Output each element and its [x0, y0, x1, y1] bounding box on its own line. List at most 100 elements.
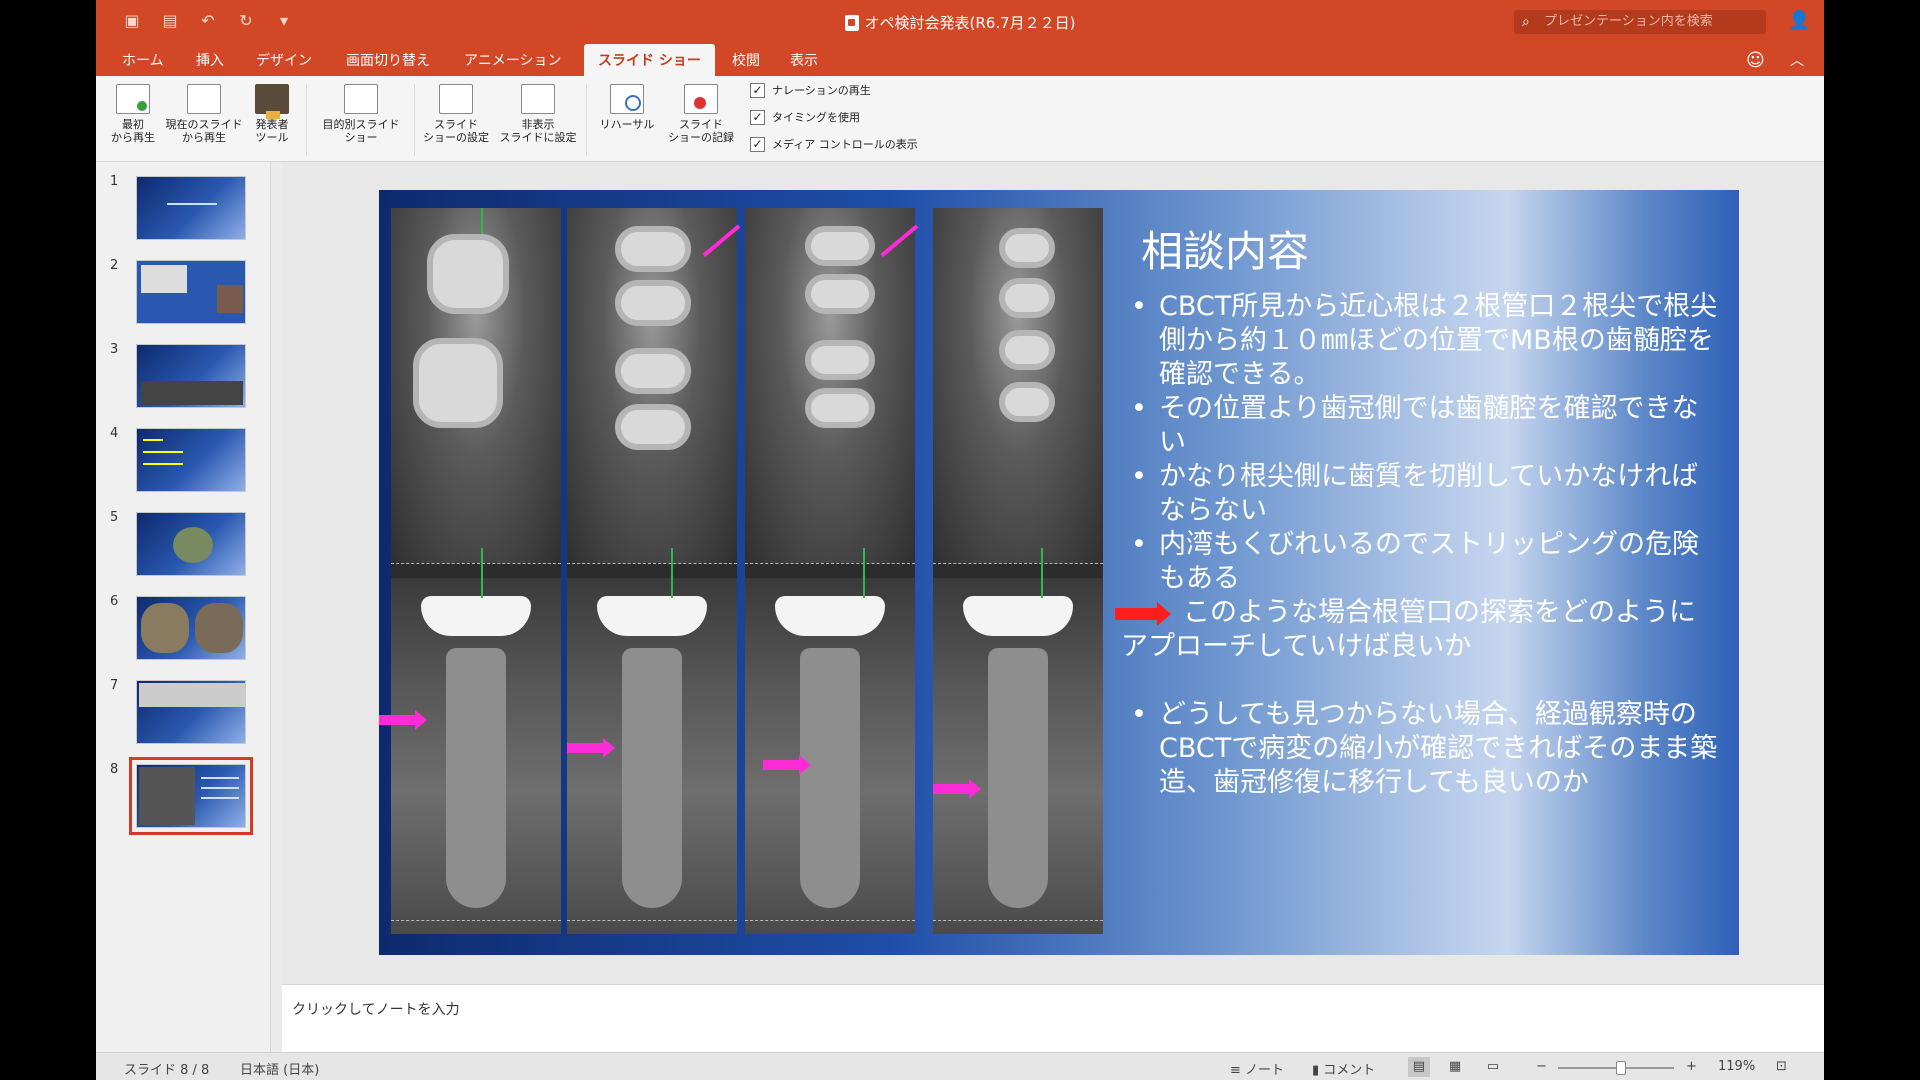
crown-restoration — [421, 596, 531, 636]
comments-button-label: コメント — [1323, 1063, 1376, 1078]
slide-thumbnail-8[interactable] — [129, 757, 253, 835]
current-slide[interactable]: 相談内容 CBCT所見から近心根は２根管口２根尖で根尖側から約１０㎜ほどの位置で… — [379, 190, 1739, 955]
record-icon — [684, 84, 718, 114]
notes-icon: ≡ — [1230, 1063, 1246, 1078]
narration-checkbox[interactable]: ✓ ナレーションの再生 — [750, 82, 871, 98]
hide-slide-button[interactable]: 非表示 スライドに設定 — [496, 84, 580, 144]
custom-slideshow-button[interactable]: 目的別スライド ショー — [314, 84, 408, 144]
ribbon: 最初 から再生 現在のスライド から再生 発表者 ツール 目的別スライド ショー… — [96, 76, 1824, 162]
comments-button[interactable]: ▮ コメント — [1312, 1059, 1375, 1078]
tab-review[interactable]: 校閲 — [732, 44, 760, 76]
checkmark-icon: ✓ — [750, 136, 765, 152]
tooth-root — [446, 648, 506, 908]
notes-placeholder: クリックしてノートを入力 — [292, 1002, 460, 1018]
pane-splitter[interactable] — [270, 162, 282, 1052]
fit-to-window-icon[interactable]: ⊡ — [1776, 1059, 1787, 1074]
play-from-current-label: 現在のスライド から再生 — [165, 118, 243, 144]
green-marker — [481, 548, 483, 598]
tab-view[interactable]: 表示 — [790, 44, 818, 76]
record-label: スライド ショーの記録 — [668, 118, 734, 144]
share-icon[interactable]: 👤 — [1788, 10, 1810, 31]
title-bar: ▣ ▤ ↶ ↻ ▾ オペ検討会発表(R6.7月２２日) ⌕ プレゼンテーション内… — [96, 0, 1824, 44]
bullet-item: かなり根尖側に歯質を切削していかなければならない — [1121, 460, 1721, 528]
arrow-question-text: このような場合根管口の探索をどのようにアプローチしていけば良いか — [1121, 597, 1696, 662]
setup-slideshow-button[interactable]: スライド ショーの設定 — [418, 84, 494, 144]
thumb-text-line — [201, 777, 239, 779]
cbct-sagittal-view — [933, 578, 1103, 934]
tooth-cross-section — [805, 340, 875, 380]
search-input[interactable]: ⌕ プレゼンテーション内を検索 — [1514, 10, 1766, 34]
thumb-text-line — [143, 439, 163, 441]
zoom-in-icon[interactable]: + — [1686, 1059, 1697, 1074]
tab-animations[interactable]: アニメーション — [464, 44, 561, 76]
play-from-start-button[interactable]: 最初 から再生 — [104, 84, 162, 144]
tab-insert[interactable]: 挿入 — [196, 44, 224, 76]
rehearse-button[interactable]: リハーサル — [592, 84, 662, 131]
normal-view-icon[interactable]: ▤ — [1408, 1057, 1430, 1077]
slide-counter: スライド 8 / 8 — [124, 1063, 210, 1078]
slide-thumbnail-5[interactable] — [136, 512, 246, 576]
slide-thumbnail-3[interactable] — [136, 344, 246, 408]
powerpoint-doc-icon — [844, 15, 859, 31]
presenter-view-button[interactable]: 発表者 ツール — [248, 84, 296, 144]
timings-checkbox[interactable]: ✓ タイミングを使用 — [750, 109, 860, 125]
timings-label: タイミングを使用 — [772, 111, 860, 124]
tab-home[interactable]: ホーム — [122, 44, 164, 76]
reading-view-icon[interactable]: ▭ — [1482, 1057, 1504, 1077]
feedback-icon[interactable]: ☺ — [1746, 50, 1765, 71]
bullet-item: どうしても見つからない場合、経過観察時のCBCTで病変の縮小が確認できればそのま… — [1121, 698, 1721, 800]
tab-design[interactable]: デザイン — [256, 44, 312, 76]
comment-icon: ▮ — [1312, 1063, 1324, 1078]
collapse-ribbon-icon[interactable]: ︿ — [1790, 50, 1804, 70]
play-from-current-button[interactable]: 現在のスライド から再生 — [160, 84, 248, 144]
slide-title[interactable]: 相談内容 — [1141, 218, 1309, 279]
scale-bar — [745, 563, 915, 573]
zoom-slider-handle[interactable] — [1616, 1061, 1626, 1075]
slide-thumbnail-7[interactable] — [136, 680, 246, 744]
slide-thumbnail-1[interactable] — [136, 176, 246, 240]
tooth-cross-section — [805, 388, 875, 428]
zoom-out-icon[interactable]: − — [1536, 1059, 1547, 1074]
thumb-text-line — [143, 463, 183, 465]
ribbon-separator — [306, 84, 307, 156]
green-marker — [671, 548, 673, 598]
scale-bar — [391, 920, 561, 930]
crown-restoration — [597, 596, 707, 636]
thumb-image — [141, 265, 187, 293]
tab-slideshow[interactable]: スライド ショー — [584, 44, 715, 76]
language-indicator[interactable]: 日本語 (日本) — [240, 1059, 319, 1078]
arrow-question: このような場合根管口の探索をどのようにアプローチしていけば良いか — [1115, 596, 1721, 664]
tooth-cross-section — [805, 226, 875, 266]
checkmark-icon: ✓ — [750, 109, 765, 125]
play-from-start-icon — [116, 84, 150, 114]
notes-pane[interactable]: クリックしてノートを入力 — [282, 984, 1824, 1052]
hide-slide-label: 非表示 スライドに設定 — [499, 118, 577, 144]
notes-button-label: ノート — [1245, 1063, 1285, 1078]
setup-slideshow-icon — [439, 84, 473, 114]
rehearse-label: リハーサル — [599, 118, 655, 131]
slide-thumbnail-2[interactable] — [136, 260, 246, 324]
pink-arrow-marker — [567, 738, 615, 758]
slide-thumbnail-pane: 1 2 3 4 5 6 7 8 — [96, 162, 270, 1052]
slide-sorter-icon[interactable]: ▦ — [1444, 1057, 1466, 1077]
cbct-sagittal-view — [391, 578, 561, 934]
search-placeholder: プレゼンテーション内を検索 — [1544, 14, 1713, 29]
zoom-level[interactable]: 119% — [1718, 1059, 1755, 1074]
notes-button[interactable]: ≡ ノート — [1230, 1059, 1284, 1078]
scale-bar — [933, 920, 1103, 930]
ribbon-tabs: ホーム 挿入 デザイン 画面切り替え アニメーション スライド ショー 校閲 表… — [96, 44, 1824, 76]
thumb-image — [173, 527, 213, 563]
slide-body-text[interactable]: CBCT所見から近心根は２根管口２根尖で根尖側から約１０㎜ほどの位置でMB根の歯… — [1115, 290, 1721, 800]
tab-transitions[interactable]: 画面切り替え — [346, 44, 430, 76]
media-controls-checkbox[interactable]: ✓ メディア コントロールの表示 — [750, 136, 918, 152]
cbct-sagittal-view — [567, 578, 737, 934]
slide-thumbnail-6[interactable] — [136, 596, 246, 660]
tooth-root — [800, 648, 860, 908]
record-slideshow-button[interactable]: スライド ショーの記録 — [662, 84, 740, 144]
slide-thumbnail-4[interactable] — [136, 428, 246, 492]
green-marker — [1041, 548, 1043, 598]
thumb-image — [141, 381, 243, 405]
tooth-cross-section — [999, 382, 1055, 422]
custom-slideshow-icon — [344, 84, 378, 114]
